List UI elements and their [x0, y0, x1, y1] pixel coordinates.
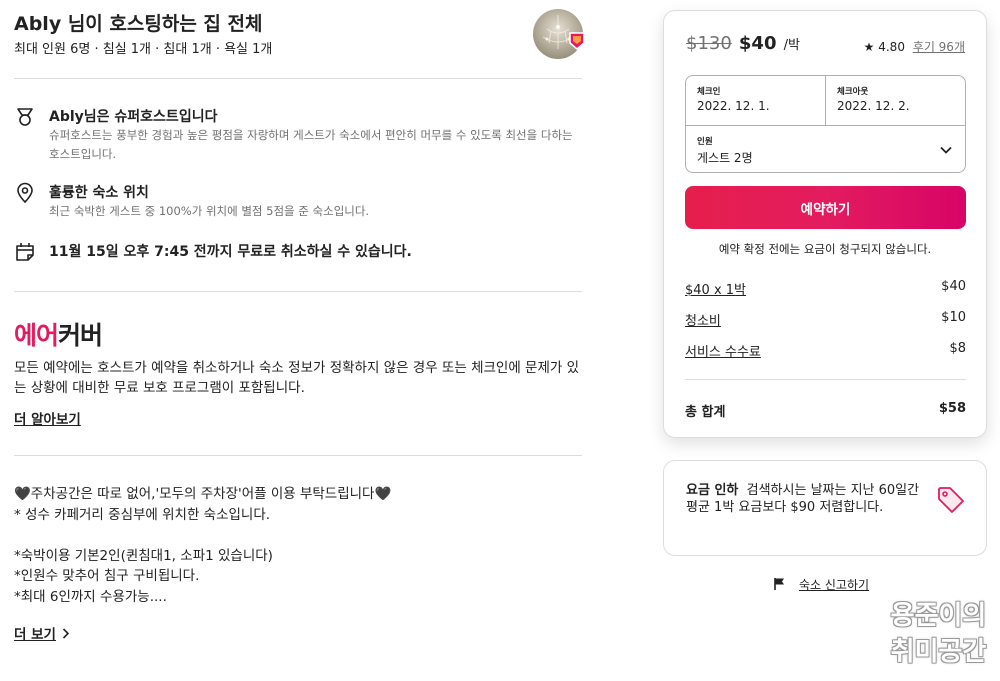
guests-label: 인원	[697, 137, 713, 147]
listing-description: 🖤주차공간은 따로 없어,'모두의 주차장'어플 이용 부탁드립니다🖤 * 성수…	[14, 484, 584, 607]
location-pin-icon	[17, 182, 33, 204]
section-divider	[14, 291, 582, 292]
guests-dropdown[interactable]: 인원 게스트 2명	[686, 125, 965, 173]
description-line: *숙박이용 기본2인(퀸침대1, 소파1 있습니다)	[14, 547, 273, 564]
show-more-button[interactable]: 더 보기	[14, 623, 70, 643]
checkout-field[interactable]: 체크아웃 2022. 12. 2.	[826, 76, 965, 125]
description-line: 🖤주차공간은 따로 없어,'모두의 주차장'어플 이용 부탁드립니다🖤	[14, 486, 392, 502]
calendar-icon	[16, 243, 34, 261]
trip-selector: 체크인 2022. 12. 1. 체크아웃 2022. 12. 2. 인원 게스…	[685, 75, 966, 173]
chevron-down-icon	[940, 146, 952, 154]
feature-description: 최근 숙박한 게스트 중 100%가 위치에 별점 5점을 준 숙소입니다.	[49, 204, 370, 218]
reviews-link[interactable]: 후기 96개	[913, 40, 965, 54]
watermark-line: 용준이의	[890, 601, 987, 631]
aircover-logo-black: 커버	[58, 321, 103, 350]
aircover-logo-red: 에어	[14, 321, 59, 350]
fee-label-cleaning[interactable]: 청소비	[685, 310, 721, 329]
superhost-badge-icon	[569, 32, 585, 50]
original-price: $130	[686, 33, 732, 54]
star-icon: ★	[863, 40, 875, 54]
description-line: *최대 6인까지 수용가능....	[14, 588, 167, 605]
rating-value: 4.80	[878, 40, 905, 54]
price-drop-card: 요금 인하 검색하시는 날짜는 지난 60일간 평균 1박 요금보다 $90 저…	[663, 460, 987, 556]
price-tag-icon	[938, 487, 964, 513]
show-more-label: 더 보기	[14, 627, 56, 643]
fee-row-nightly: $40 x 1박 $40	[685, 279, 966, 298]
fee-label-nightly[interactable]: $40 x 1박	[685, 279, 746, 298]
price-drop-title: 요금 인하	[686, 483, 739, 498]
fee-row-service: 서비스 수수료 $8	[685, 341, 966, 360]
fee-amount-cleaning: $10	[941, 310, 966, 325]
nightly-price: $130 $40 /박	[686, 33, 800, 54]
report-listing-label: 숙소 신고하기	[799, 578, 870, 592]
guests-value: 게스트 2명	[697, 151, 753, 165]
fee-label-service[interactable]: 서비스 수수료	[685, 341, 761, 360]
watermark: 용준이의 취미공간	[881, 598, 996, 670]
total-amount: $58	[938, 401, 966, 416]
listing-title: Ably 님이 호스팅하는 집 전체	[14, 13, 263, 35]
listing-capacity: 최대 인원 6명 · 침실 1개 · 침대 1개 · 욕실 1개	[14, 42, 273, 57]
checkout-label: 체크아웃	[837, 87, 869, 97]
watermark-line: 취미공간	[890, 637, 987, 667]
price-unit: /박	[783, 38, 800, 53]
no-charge-note: 예약 확정 전에는 요금이 청구되지 않습니다.	[718, 242, 932, 256]
chevron-right-icon	[62, 627, 70, 643]
superhost-medal-icon	[17, 108, 33, 126]
discounted-price: $40	[738, 33, 777, 54]
price-drop-text: 요금 인하 검색하시는 날짜는 지난 60일간 평균 1박 요금보다 $90 저…	[686, 482, 926, 516]
feature-description: 슈퍼호스트는 풍부한 경험과 높은 평점을 자랑하며 게스트가 숙소에서 편안히…	[49, 128, 573, 161]
section-divider	[14, 78, 582, 79]
aircover-description: 모든 예약에는 호스트가 예약을 취소하거나 숙소 정보가 정확하지 않은 경우…	[14, 360, 580, 396]
total-label: 총 합계	[685, 405, 726, 420]
checkin-value: 2022. 12. 1.	[697, 99, 770, 113]
flag-icon	[774, 578, 784, 590]
aircover-learn-more-link[interactable]: 더 알아보기	[14, 408, 81, 428]
feature-title: 11월 15일 오후 7:45 전까지 무료로 취소하실 수 있습니다.	[49, 244, 412, 260]
description-line: *인원수 맞추어 침구 구비됩니다.	[14, 568, 200, 584]
aircover-logo: 에어커버	[14, 316, 103, 352]
report-listing-link[interactable]: 숙소 신고하기	[773, 576, 869, 593]
rating-summary: ★ 4.80 후기 96개	[864, 38, 965, 55]
fee-row-cleaning: 청소비 $10	[685, 310, 966, 329]
checkin-label: 체크인	[697, 87, 721, 97]
fee-amount-service: $8	[949, 341, 966, 356]
checkout-value: 2022. 12. 2.	[837, 99, 910, 113]
description-line: * 성수 카페거리 중심부에 위치한 숙소입니다.	[14, 506, 271, 523]
feature-title: 훌륭한 숙소 위치	[49, 185, 149, 201]
booking-card: $130 $40 /박 ★ 4.80 후기 96개 체크인 2022. 12. …	[663, 10, 987, 438]
reserve-button[interactable]: 예약하기	[685, 186, 966, 229]
fee-amount-nightly: $40	[941, 279, 966, 294]
section-divider	[14, 455, 582, 456]
checkin-field[interactable]: 체크인 2022. 12. 1.	[686, 76, 826, 125]
card-divider	[685, 379, 966, 380]
description-line	[14, 525, 584, 546]
feature-title: Ably님은 슈퍼호스트입니다	[49, 109, 218, 125]
